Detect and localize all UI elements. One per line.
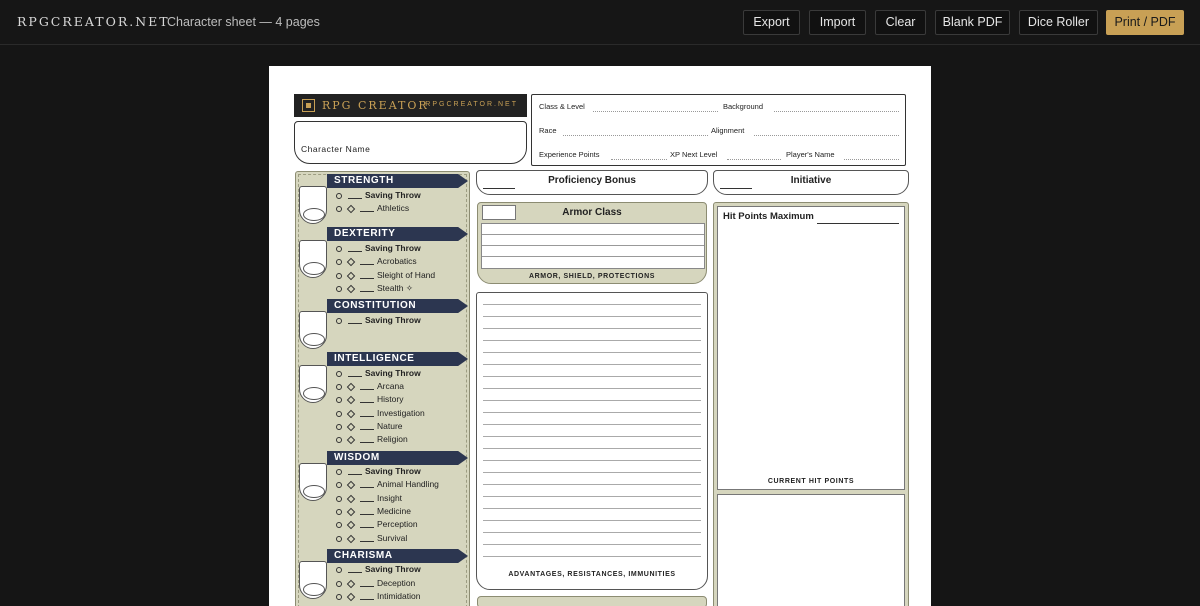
skill-acrobatics[interactable]: Acrobatics [336, 256, 417, 268]
character-sheet-page: RPG CREATOR RPGCREATOR.NET Character Nam… [269, 66, 931, 606]
skill-history[interactable]: History [336, 394, 403, 406]
hit-points-column: Hit Points Maximum CURRENT HIT POINTS [713, 202, 909, 606]
constitution-score-box[interactable] [299, 311, 327, 349]
character-name-label: Character Name [301, 144, 371, 154]
brand-logo[interactable]: RPGCREATOR.NET [17, 14, 170, 29]
skill-survival[interactable]: Survival [336, 533, 407, 545]
intelligence-saving-throw[interactable]: Saving Throw [336, 368, 421, 380]
armor-class-label: Armor Class [562, 207, 622, 218]
charisma-header: CHARISMA [327, 549, 468, 563]
alignment-field[interactable] [754, 135, 899, 136]
skill-athletics[interactable]: Athletics [336, 203, 409, 215]
strength-saving-throw[interactable]: Saving Throw [336, 190, 421, 202]
players-name-label: Player's Name [786, 150, 835, 159]
hit-points-maximum-label: Hit Points Maximum [723, 211, 814, 222]
character-info-box: Class & Level Background Race Alignment … [531, 94, 906, 166]
class-level-label: Class & Level [539, 102, 585, 111]
strength-header: STRENGTH [327, 174, 468, 188]
logo-text: RPG CREATOR [322, 99, 429, 112]
skill-investigation[interactable]: Investigation [336, 408, 425, 420]
skill-religion[interactable]: Religion [336, 434, 408, 446]
top-toolbar: RPGCREATOR.NET Character sheet — 4 pages… [0, 0, 1200, 45]
current-hit-points-label: CURRENT HIT POINTS [767, 478, 855, 485]
dexterity-header: DEXTERITY [327, 227, 468, 241]
charisma-saving-throw[interactable]: Saving Throw [336, 564, 421, 576]
class-level-field[interactable] [593, 111, 718, 112]
xp-next-level-label: XP Next Level [670, 150, 718, 159]
skill-sleight-of-hand[interactable]: Sleight of Hand [336, 270, 435, 282]
logo-mark-icon [302, 99, 315, 112]
race-label: Race [539, 126, 557, 135]
sheet-logo-banner: RPG CREATOR RPGCREATOR.NET [294, 94, 527, 117]
skill-intimidation[interactable]: Intimidation [336, 591, 420, 603]
proficiency-bonus-label: Proficiency Bonus [548, 175, 636, 186]
initiative-label: Initiative [790, 175, 832, 186]
skill-stealth[interactable]: Stealth ✧ [336, 283, 413, 295]
xp-next-level-field[interactable] [727, 159, 781, 160]
skill-nature[interactable]: Nature [336, 421, 403, 433]
export-button[interactable]: Export [743, 10, 800, 35]
skill-insight[interactable]: Insight [336, 493, 402, 505]
skill-medicine[interactable]: Medicine [336, 506, 411, 518]
import-button[interactable]: Import [809, 10, 866, 35]
constitution-saving-throw[interactable]: Saving Throw [336, 315, 421, 327]
abilities-column: STRENGTH Saving Throw Athletics DEXTERIT… [295, 171, 470, 606]
character-name-field[interactable]: Character Name [294, 121, 527, 164]
experience-points-field[interactable] [611, 159, 667, 160]
armor-class-box: Armor Class ARMOR, SHIELD, PROTECTIONS [477, 202, 707, 284]
advantages-box[interactable]: ADVANTAGES, RESISTANCES, IMMUNITIES [476, 292, 708, 590]
armor-list[interactable] [481, 223, 705, 269]
players-name-field[interactable] [844, 159, 899, 160]
strength-score-box[interactable] [299, 186, 327, 224]
dexterity-saving-throw[interactable]: Saving Throw [336, 243, 421, 255]
background-label: Background [723, 102, 764, 111]
skill-perception[interactable]: Perception [336, 519, 418, 531]
skill-arcana[interactable]: Arcana [336, 381, 404, 393]
experience-points-label: Experience Points [539, 150, 600, 159]
proficiency-bonus-box[interactable]: Proficiency Bonus [476, 170, 708, 195]
wisdom-header: WISDOM [327, 451, 468, 465]
skill-animal-handling[interactable]: Animal Handling [336, 479, 439, 491]
print-pdf-button[interactable]: Print / PDF [1106, 10, 1184, 35]
next-section-strip [477, 596, 707, 606]
blank-pdf-button[interactable]: Blank PDF [935, 10, 1010, 35]
logo-url: RPGCREATOR.NET [425, 101, 518, 108]
intelligence-header: INTELLIGENCE [327, 352, 468, 366]
dice-roller-button[interactable]: Dice Roller [1019, 10, 1098, 35]
alignment-label: Alignment [711, 126, 745, 135]
charisma-score-box[interactable] [299, 561, 327, 599]
document-subtitle: Character sheet — 4 pages [167, 15, 320, 29]
clear-button[interactable]: Clear [875, 10, 926, 35]
initiative-box[interactable]: Initiative [713, 170, 909, 195]
skill-deception[interactable]: Deception [336, 578, 415, 590]
constitution-header: CONSTITUTION [327, 299, 468, 313]
dexterity-score-box[interactable] [299, 240, 327, 278]
hit-points-box[interactable]: Hit Points Maximum CURRENT HIT POINTS [717, 206, 905, 490]
race-field[interactable] [563, 135, 708, 136]
temporary-hit-points-box[interactable] [717, 494, 905, 606]
intelligence-score-box[interactable] [299, 365, 327, 403]
armor-caption: ARMOR, SHIELD, PROTECTIONS [528, 273, 656, 280]
background-field[interactable] [774, 111, 899, 112]
wisdom-score-box[interactable] [299, 463, 327, 501]
hit-points-maximum-field[interactable] [817, 223, 899, 224]
advantages-caption: ADVANTAGES, RESISTANCES, IMMUNITIES [508, 571, 676, 578]
wisdom-saving-throw[interactable]: Saving Throw [336, 466, 421, 478]
